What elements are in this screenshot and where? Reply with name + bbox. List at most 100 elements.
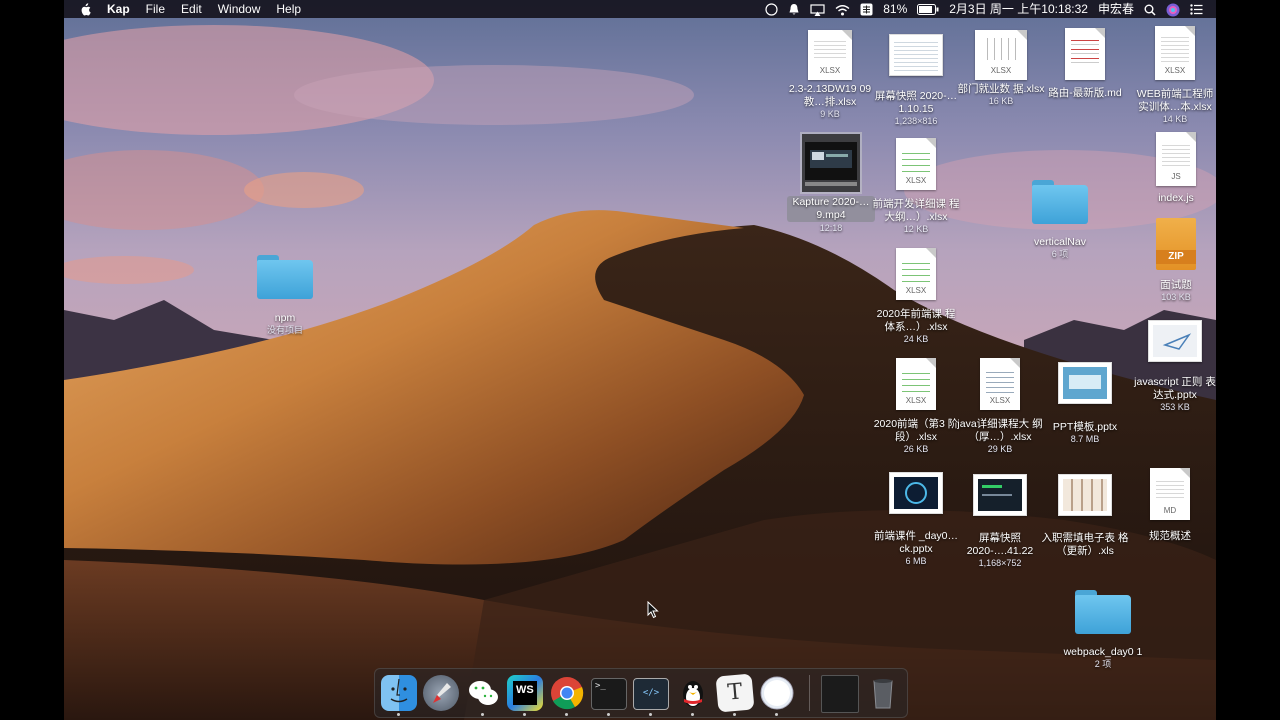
mouse-cursor-icon <box>647 601 659 619</box>
user-name[interactable]: 申宏春 <box>1093 0 1139 18</box>
folder-name: npm <box>274 312 296 324</box>
file-name: 路由-最新版.md <box>1048 87 1122 99</box>
desktop-file[interactable]: XLSX 2.3-2.13DW19 09教…排.xlsx 9 KB <box>786 30 874 120</box>
desktop-file[interactable]: 屏幕快照 2020-….41.22 1,168×752 <box>956 474 1044 569</box>
desktop-folder[interactable]: webpack_day0 1 2 项 <box>1059 590 1147 670</box>
file-size: 8.7 MB <box>1070 434 1100 444</box>
folder-count: 2 项 <box>1094 659 1112 669</box>
desktop-file[interactable]: XLSX java详细课程大 纲（厚…）.xlsx 29 KB <box>956 358 1044 455</box>
desktop-file[interactable]: 屏幕快照 2020-…1.10.15 1,238×816 <box>872 34 960 127</box>
file-name: 2020年前端课 程体系…）.xlsx <box>876 308 956 333</box>
xlsx-file-icon: XLSX <box>896 358 936 410</box>
notification-center-icon[interactable] <box>1185 0 1208 18</box>
pptx-file-icon <box>889 472 943 514</box>
pptx-file-icon <box>1148 320 1202 362</box>
menu-window[interactable]: Window <box>210 0 269 18</box>
file-size: 12:18 <box>819 223 843 233</box>
xlsx-file-icon: XLSX <box>896 248 936 300</box>
typora-icon[interactable]: T <box>715 673 755 713</box>
video-thumbnail-icon <box>800 132 862 194</box>
desktop-file[interactable]: XLSX 2020前端（第3 阶段）.xlsx 26 KB <box>872 358 960 455</box>
pptx-file-icon <box>1058 362 1112 404</box>
xlsx-file-icon: XLSX <box>980 358 1020 410</box>
battery-percent[interactable]: 81% <box>878 0 912 18</box>
file-size: 1,168×752 <box>978 558 1022 568</box>
file-size: 353 KB <box>1160 402 1190 412</box>
desktop-file[interactable]: XLSX 部门就业数 据.xlsx 16 KB <box>957 30 1045 107</box>
menu-help[interactable]: Help <box>268 0 309 18</box>
screenshot-thumbnail-icon <box>889 34 943 76</box>
desktop-file[interactable]: PPT模板.pptx 8.7 MB <box>1041 362 1129 445</box>
running-indicator <box>523 713 526 716</box>
apple-menu-icon[interactable] <box>64 0 99 18</box>
desktop-file[interactable]: JS index.js <box>1132 132 1216 205</box>
file-name: 前端开发详细课 程大纲…）.xlsx <box>872 198 960 223</box>
desktop-file[interactable]: Kapture 2020-…9.mp4 12:18 <box>787 132 875 234</box>
file-size: 1,238×816 <box>894 116 938 126</box>
desktop-file[interactable]: XLSX 前端开发详细课 程大纲…）.xlsx 12 KB <box>872 138 960 235</box>
siri-icon[interactable] <box>1161 0 1185 18</box>
launchpad-icon[interactable] <box>423 675 459 711</box>
input-method-icon[interactable] <box>855 0 878 18</box>
spotlight-search-icon[interactable] <box>1139 0 1161 18</box>
qq-penguin-icon[interactable] <box>675 675 711 711</box>
status-area: 81% 2月3日 周一 上午10:18:32 申宏春 <box>760 0 1216 18</box>
menu-edit[interactable]: Edit <box>173 0 210 18</box>
file-size: 9 KB <box>820 109 840 119</box>
terminal-icon[interactable]: >_ <box>591 678 627 710</box>
file-size: 29 KB <box>987 444 1013 454</box>
running-indicator <box>607 713 610 716</box>
running-indicator <box>775 713 778 716</box>
webstorm-icon[interactable]: WS <box>507 675 543 711</box>
desktop-file[interactable]: MD 规范概述 <box>1126 468 1214 543</box>
file-size: 26 KB <box>903 444 929 454</box>
js-file-icon: JS <box>1156 132 1196 186</box>
folder-count: 没有项目 <box>266 325 303 335</box>
menu-file[interactable]: File <box>138 0 173 18</box>
markdown-file-icon <box>1065 28 1105 80</box>
dock-divider <box>809 675 810 711</box>
file-name: java详细课程大 纲（厚…）.xlsx <box>957 418 1043 443</box>
desktop-file[interactable]: XLSX WEB前端工程师 实训体…本.xlsx 14 KB <box>1131 26 1216 125</box>
desktop-file[interactable]: javascript 正则 表达式.pptx 353 KB <box>1131 320 1216 413</box>
file-size: 12 KB <box>903 224 929 234</box>
finder-icon[interactable] <box>381 675 417 711</box>
desktop-file[interactable]: ZIP 面试题 103 KB <box>1132 218 1216 303</box>
code-editor-icon[interactable]: </> <box>633 678 669 710</box>
desktop-folder[interactable]: verticalNav 6 项 <box>1016 180 1104 260</box>
kap-icon[interactable] <box>759 675 795 711</box>
file-name: 屏幕快照 2020-….41.22 <box>966 532 1034 557</box>
chrome-icon[interactable] <box>549 675 585 711</box>
xlsx-file-icon: XLSX <box>808 30 852 80</box>
battery-icon[interactable] <box>912 0 944 18</box>
running-indicator <box>481 713 484 716</box>
screenshot-thumbnail-icon <box>973 474 1027 516</box>
desktop-file[interactable]: 入职需填电子表 格（更新）.xls <box>1041 474 1129 558</box>
wechat-icon[interactable] <box>465 675 501 711</box>
zip-archive-icon: ZIP <box>1156 218 1196 270</box>
airplay-icon[interactable] <box>805 0 830 18</box>
folder-name: webpack_day0 1 <box>1063 646 1143 658</box>
dock: WS >_ </> T <box>374 668 908 718</box>
desktop-file[interactable]: 前端课件 _day0…ck.pptx 6 MB <box>872 472 960 567</box>
clock[interactable]: 2月3日 周一 上午10:18:32 <box>944 0 1093 18</box>
markdown-file-icon: MD <box>1150 468 1190 520</box>
file-size: 6 MB <box>905 556 927 566</box>
file-size: 103 KB <box>1161 292 1191 302</box>
xlsx-file-icon: XLSX <box>1155 26 1195 80</box>
app-menu-kap[interactable]: Kap <box>99 0 138 18</box>
file-size: 16 KB <box>988 96 1014 106</box>
folder-icon <box>1075 590 1131 634</box>
desktop-file[interactable]: 路由-最新版.md <box>1041 28 1129 100</box>
notification-bell-icon[interactable] <box>783 0 805 18</box>
wifi-icon[interactable] <box>830 0 855 18</box>
kap-record-icon[interactable] <box>760 0 783 18</box>
minimized-window-thumbnail[interactable] <box>821 675 859 713</box>
desktop-folder[interactable]: npm 没有项目 <box>241 255 329 336</box>
running-indicator <box>691 713 694 716</box>
desktop-file[interactable]: XLSX 2020年前端课 程体系…）.xlsx 24 KB <box>872 248 960 345</box>
file-size: 14 KB <box>1162 114 1188 124</box>
xlsx-file-icon: XLSX <box>896 138 936 190</box>
file-size: 24 KB <box>903 334 929 344</box>
trash-icon[interactable] <box>865 675 901 711</box>
